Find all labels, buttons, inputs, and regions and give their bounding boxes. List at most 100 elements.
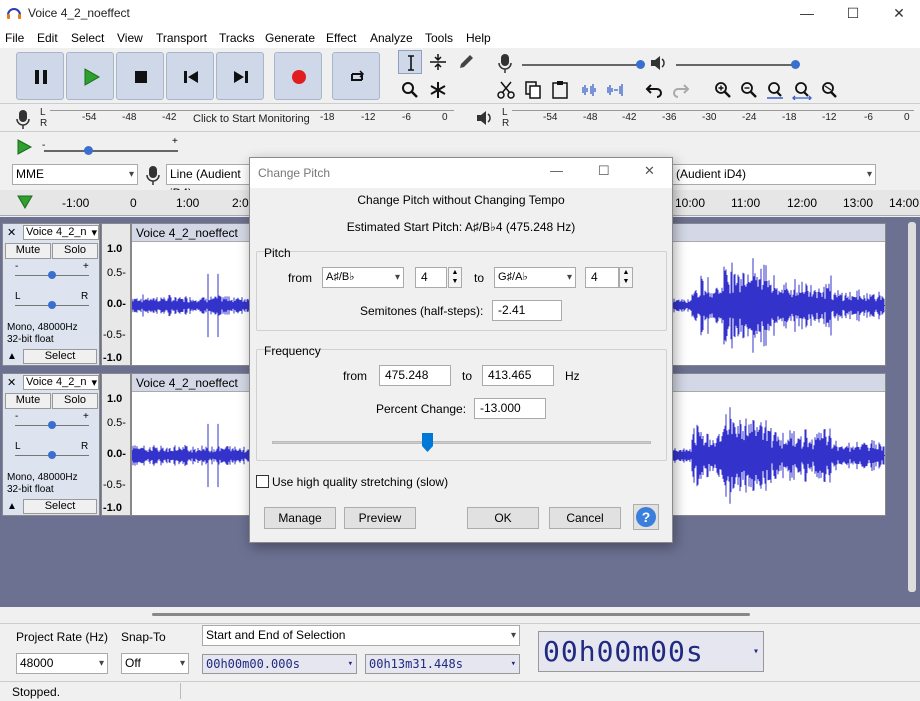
percent-change-slider[interactable] — [272, 441, 651, 444]
stop-button[interactable] — [116, 52, 164, 100]
manage-button[interactable]: Manage — [264, 507, 336, 529]
play-speed-slider[interactable] — [44, 150, 178, 152]
menu-help[interactable]: Help — [466, 31, 491, 45]
menu-file[interactable]: File — [5, 31, 24, 45]
to-octave-spinner[interactable]: ▲ ▼ — [619, 267, 633, 288]
snap-to-select[interactable]: Off ▾ — [121, 653, 189, 674]
menu-edit[interactable]: Edit — [37, 31, 58, 45]
selection-mode-select[interactable]: Start and End of Selection ▾ — [202, 625, 520, 646]
rec-meter-mic-icon[interactable] — [14, 108, 32, 130]
track-name-menu[interactable]: Voice 4_2_n ▾ — [23, 375, 99, 390]
cut-button[interactable] — [494, 78, 518, 102]
timeline-pin-icon[interactable] — [16, 194, 34, 210]
undo-button[interactable] — [642, 78, 666, 102]
clip-title[interactable]: Voice 4_2_noeffect — [136, 226, 238, 240]
collapse-icon[interactable]: ▲ — [7, 501, 17, 512]
selection-end-time[interactable]: 00h13m31.448s ▾ — [365, 654, 520, 674]
percent-change-slider-thumb[interactable] — [422, 433, 434, 452]
solo-button[interactable]: Solo — [52, 393, 98, 409]
trim-button[interactable] — [577, 78, 601, 102]
track-name-menu[interactable]: Voice 4_2_n ▾ — [23, 225, 99, 240]
play-volume-thumb[interactable] — [791, 60, 800, 69]
pan-thumb[interactable] — [48, 451, 56, 459]
play-meter-speaker-icon[interactable] — [474, 108, 494, 128]
rec-volume-slider[interactable] — [522, 64, 640, 66]
track-close-icon[interactable]: ✕ — [7, 376, 16, 389]
track-close-icon[interactable]: ✕ — [7, 226, 16, 239]
silence-button[interactable] — [604, 78, 628, 102]
audio-host-select[interactable]: MME ▾ — [12, 164, 138, 185]
menu-select[interactable]: Select — [71, 31, 104, 45]
collapse-icon[interactable]: ▲ — [7, 351, 17, 362]
from-octave-input[interactable]: 4 — [415, 267, 447, 288]
zoom-toggle-button[interactable] — [817, 78, 841, 102]
ok-button[interactable]: OK — [467, 507, 539, 529]
menu-transport[interactable]: Transport — [156, 31, 207, 45]
to-note-select[interactable]: G♯/A♭ ▾ — [494, 267, 576, 288]
play-device-select[interactable]: (Audient iD4) ▾ — [672, 164, 876, 185]
from-note-select[interactable]: A♯/B♭ ▾ — [322, 267, 404, 288]
paste-button[interactable] — [548, 78, 572, 102]
hq-stretching-checkbox[interactable] — [256, 475, 269, 488]
gain-thumb[interactable] — [48, 271, 56, 279]
envelope-tool-button[interactable] — [426, 50, 450, 74]
play-button[interactable] — [66, 52, 114, 100]
menu-analyze[interactable]: Analyze — [370, 31, 413, 45]
monitor-hint[interactable]: Click to Start Monitoring — [193, 113, 310, 125]
to-octave-input[interactable]: 4 — [585, 267, 619, 288]
gain-thumb[interactable] — [48, 421, 56, 429]
copy-button[interactable] — [521, 78, 545, 102]
help-button[interactable]: ? — [633, 504, 659, 530]
pause-button[interactable] — [16, 52, 64, 100]
horizontal-scrollbar[interactable] — [152, 613, 750, 616]
vertical-scrollbar[interactable] — [908, 222, 916, 592]
rec-device-select[interactable]: Line (Audient iD4) — [166, 164, 256, 200]
play-at-speed-icon[interactable] — [14, 137, 34, 157]
menu-effect[interactable]: Effect — [326, 31, 356, 45]
dialog-minimize-button[interactable]: — — [550, 163, 563, 178]
multi-tool-button[interactable] — [426, 78, 450, 102]
play-speed-thumb[interactable] — [84, 146, 93, 155]
zoom-out-button[interactable] — [737, 78, 761, 102]
menu-tools[interactable]: Tools — [425, 31, 453, 45]
audio-position-display[interactable]: 00h00m00s ▾ — [538, 631, 764, 672]
record-button[interactable] — [274, 52, 322, 100]
selection-tool-button[interactable] — [398, 50, 422, 74]
zoom-tool-button[interactable] — [398, 78, 422, 102]
freq-from-input[interactable]: 475.248 — [379, 365, 451, 386]
semitones-input[interactable]: -2.41 — [492, 300, 562, 321]
menu-tracks[interactable]: Tracks — [219, 31, 255, 45]
fit-selection-button[interactable] — [763, 78, 787, 102]
minimize-button[interactable]: — — [784, 0, 830, 26]
menu-view[interactable]: View — [117, 31, 143, 45]
skip-end-button[interactable] — [216, 52, 264, 100]
solo-button[interactable]: Solo — [52, 243, 98, 259]
close-button[interactable]: ✕ — [876, 0, 920, 26]
project-rate-select[interactable]: 48000 ▾ — [16, 653, 108, 674]
skip-start-button[interactable] — [166, 52, 214, 100]
from-octave-spinner[interactable]: ▲ ▼ — [448, 267, 462, 288]
track-vertical-ruler[interactable]: 1.0 0.5- 0.0- -0.5- -1.0 — [101, 223, 131, 366]
play-volume-slider[interactable] — [676, 64, 796, 66]
rec-volume-thumb[interactable] — [636, 60, 645, 69]
fit-project-button[interactable] — [790, 78, 814, 102]
mute-button[interactable]: Mute — [5, 393, 51, 409]
clip-title[interactable]: Voice 4_2_noeffect — [136, 376, 238, 390]
draw-tool-button[interactable] — [454, 50, 478, 74]
freq-to-input[interactable]: 413.465 — [482, 365, 554, 386]
maximize-button[interactable]: ☐ — [830, 0, 876, 26]
menu-generate[interactable]: Generate — [265, 31, 315, 45]
dialog-close-button[interactable]: ✕ — [644, 163, 655, 179]
mute-button[interactable]: Mute — [5, 243, 51, 259]
redo-button[interactable] — [669, 78, 693, 102]
cancel-button[interactable]: Cancel — [549, 507, 621, 529]
percent-change-input[interactable]: -13.000 — [474, 398, 546, 419]
select-button[interactable]: Select — [23, 349, 97, 364]
selection-start-time[interactable]: 00h00m00.000s ▾ — [202, 654, 357, 674]
select-button[interactable]: Select — [23, 499, 97, 514]
preview-button[interactable]: Preview — [344, 507, 416, 529]
track-vertical-ruler[interactable]: 1.0 0.5- 0.0- -0.5- -1.0 — [101, 373, 131, 516]
pan-thumb[interactable] — [48, 301, 56, 309]
loop-button[interactable] — [332, 52, 380, 100]
dialog-maximize-button[interactable]: ☐ — [598, 163, 610, 179]
